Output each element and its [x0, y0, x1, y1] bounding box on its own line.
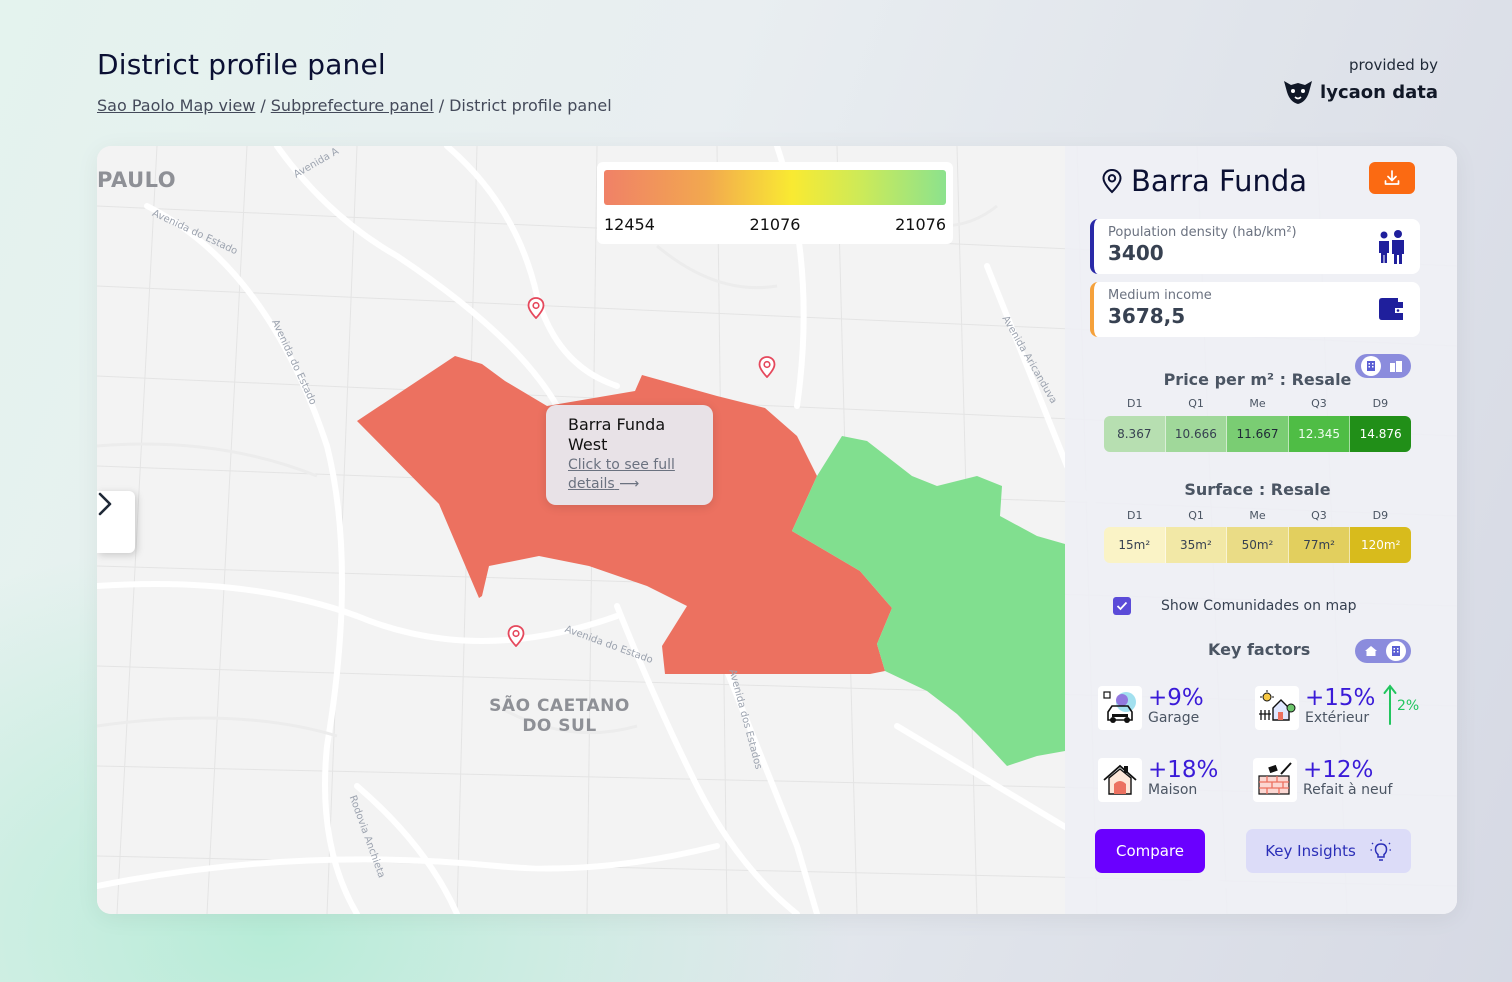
brand-name: lycaon data — [1320, 81, 1438, 103]
surface-cell: 35m² — [1165, 527, 1228, 563]
check-icon — [1116, 601, 1128, 611]
factor-exterior: +15% Extérieur — [1255, 686, 1375, 730]
factor-house: +18% Maison — [1098, 758, 1218, 802]
key-factors-title: Key factors — [1208, 640, 1311, 659]
district-tooltip: Barra Funda West Click to see full detai… — [546, 405, 713, 505]
house-toggle-icon[interactable] — [1361, 641, 1381, 661]
surface-header: Me — [1249, 509, 1266, 522]
compare-button[interactable]: Compare — [1095, 829, 1205, 873]
surface-header: D9 — [1372, 509, 1389, 522]
district-title: Barra Funda — [1101, 164, 1307, 198]
factor-label: Extérieur — [1305, 710, 1370, 726]
surface-cell: 77m² — [1288, 527, 1351, 563]
arrow-right-icon: ⟶ — [619, 476, 640, 492]
area-label-sao-caetano: SÃO CAETANO DO SUL — [489, 696, 630, 736]
price-cell: 14.876 — [1350, 416, 1411, 452]
breadcrumb-current: District profile panel — [449, 96, 612, 115]
panel-toggle-button[interactable] — [97, 491, 135, 553]
map-legend: 12454 21076 21076 — [597, 162, 953, 244]
exterior-icon — [1255, 686, 1299, 730]
factor-label: Refait à neuf — [1303, 782, 1393, 798]
surface-values-row: 15m² 35m² 50m² 77m² 120m² — [1104, 527, 1411, 563]
communities-toggle-row[interactable]: Show Comunidades on map — [1113, 597, 1357, 615]
tooltip-title: Barra Funda West — [568, 415, 666, 454]
surface-cell: 50m² — [1227, 527, 1289, 563]
price-header: D1 — [1126, 397, 1143, 410]
medium-income-card: Medium income 3678,5 — [1090, 282, 1420, 337]
price-cell: 11.667 — [1227, 416, 1289, 452]
chevron-right-icon — [98, 492, 112, 516]
key-factors-toggle[interactable] — [1355, 639, 1411, 663]
income-label: Medium income — [1108, 288, 1212, 303]
key-insights-label: Key Insights — [1265, 842, 1356, 860]
location-pin-icon — [1102, 168, 1122, 194]
legend-mid: 21076 — [749, 215, 801, 234]
house-icon — [1098, 758, 1142, 802]
lycaon-dog-icon — [1284, 81, 1313, 104]
map-pin-icon[interactable] — [527, 297, 545, 319]
surface-cell: 15m² — [1104, 527, 1166, 563]
price-section-title: Price per m² : Resale — [1163, 370, 1352, 389]
factor-renovation: +12% Refait à neuf — [1253, 758, 1392, 802]
people-icon — [1379, 230, 1404, 264]
income-value: 3678,5 — [1108, 304, 1186, 328]
provided-by-text: provided by — [1348, 56, 1438, 74]
map-card: PAULO SÃO CAETANO DO SUL Avenida A Aveni… — [97, 146, 1457, 914]
legend-gradient-bar — [604, 170, 946, 205]
surface-header: Q1 — [1188, 509, 1204, 522]
price-header: Q1 — [1188, 397, 1204, 410]
trend-value: 2% — [1397, 698, 1420, 714]
price-header: Q3 — [1311, 397, 1327, 410]
price-cell: 12.345 — [1288, 416, 1351, 452]
breadcrumb-subprefecture[interactable]: Subprefecture panel — [271, 96, 434, 115]
download-button[interactable] — [1369, 162, 1415, 194]
surface-cell: 120m² — [1350, 527, 1411, 563]
lightbulb-icon — [1370, 839, 1392, 861]
download-icon — [1384, 170, 1400, 185]
map-pin-icon[interactable] — [507, 625, 525, 647]
communities-label: Show Comunidades on map — [1161, 598, 1357, 614]
price-header: D9 — [1372, 397, 1389, 410]
surface-header: Q3 — [1311, 509, 1327, 522]
brand-logo: lycaon data — [1282, 78, 1438, 106]
renovation-icon — [1253, 758, 1297, 802]
factor-value: +15% — [1305, 685, 1376, 711]
trend-indicator: 2% — [1383, 684, 1419, 726]
legend-max: 21076 — [895, 215, 946, 234]
factor-value: +12% — [1303, 757, 1374, 783]
surface-section-title: Surface : Resale — [1184, 480, 1331, 499]
price-header: Me — [1249, 397, 1266, 410]
wallet-icon — [1379, 298, 1403, 320]
population-value: 3400 — [1108, 241, 1164, 265]
brand: provided by lycaon data — [1282, 56, 1438, 106]
population-label: Population density (hab/km²) — [1108, 225, 1297, 240]
page-title: District profile panel — [97, 48, 386, 81]
factor-garage: +9% Garage — [1098, 686, 1204, 730]
key-insights-button[interactable]: Key Insights — [1246, 829, 1411, 873]
factor-label: Garage — [1148, 710, 1200, 726]
arrow-up-icon — [1383, 684, 1397, 725]
surface-header: D1 — [1126, 509, 1143, 522]
surface-headers: D1 Q1 Me Q3 D9 — [1104, 509, 1411, 522]
tooltip-details-link[interactable]: Click to see full details ⟶ — [568, 456, 691, 494]
factor-value: +9% — [1148, 685, 1204, 711]
legend-min: 12454 — [604, 215, 655, 234]
price-values-row: 8.367 10.666 11.667 12.345 14.876 — [1104, 416, 1411, 452]
factor-label: Maison — [1148, 782, 1198, 798]
apartment-toggle-icon[interactable] — [1385, 641, 1406, 661]
breadcrumb-map-view[interactable]: Sao Paolo Map view — [97, 96, 255, 115]
city-label: PAULO — [97, 168, 177, 192]
price-headers: D1 Q1 Me Q3 D9 — [1104, 397, 1411, 410]
factor-value: +18% — [1148, 757, 1219, 783]
price-cell: 10.666 — [1165, 416, 1228, 452]
communities-checkbox[interactable] — [1113, 597, 1131, 615]
district-name: Barra Funda — [1131, 164, 1308, 198]
garage-icon — [1098, 686, 1142, 730]
district-panel: Barra Funda Population density (hab/km²)… — [1065, 146, 1457, 914]
map-pin-icon[interactable] — [758, 356, 776, 378]
price-cell: 8.367 — [1104, 416, 1166, 452]
breadcrumb: Sao Paolo Map view / Subprefecture panel / D… — [97, 96, 612, 115]
population-density-card: Population density (hab/km²) 3400 — [1090, 219, 1420, 274]
